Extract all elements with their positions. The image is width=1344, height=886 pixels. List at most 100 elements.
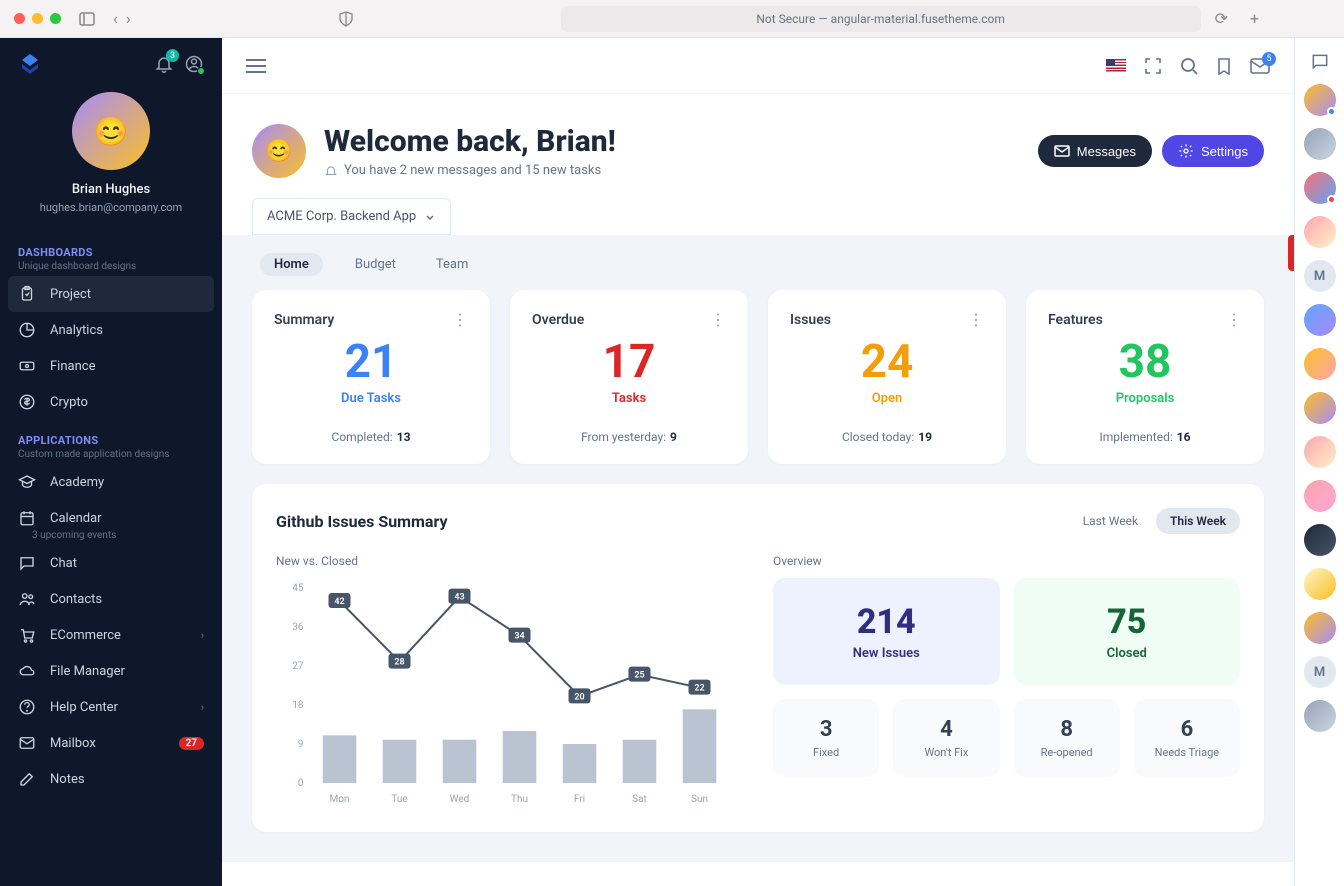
messages-button[interactable]: Messages — [1038, 135, 1152, 167]
contact-avatar[interactable] — [1304, 436, 1336, 468]
week-toggle: Last Week This Week — [1069, 508, 1240, 534]
sidebar-item-calendar[interactable]: Calendar — [0, 500, 222, 536]
sidebar-item-finance[interactable]: Finance — [0, 348, 222, 384]
sidebar-item-academy[interactable]: Academy — [0, 464, 222, 500]
contact-avatar[interactable] — [1304, 348, 1336, 380]
back-icon[interactable]: ‹ — [113, 9, 118, 28]
last-week-btn[interactable]: Last Week — [1069, 508, 1152, 534]
minimize-window[interactable] — [32, 13, 43, 24]
sidebar-toggle-icon[interactable] — [79, 12, 95, 26]
contact-avatar[interactable]: M — [1304, 656, 1336, 688]
sidebar-item-notes[interactable]: Notes — [0, 761, 222, 797]
tab-team[interactable]: Team — [428, 253, 477, 276]
chart-left-title: New vs. Closed — [276, 554, 743, 568]
settings-button[interactable]: Settings — [1162, 135, 1264, 167]
tab-budget[interactable]: Budget — [347, 253, 404, 276]
sidebar-item-project[interactable]: Project — [8, 276, 214, 312]
forward-icon[interactable]: › — [126, 9, 131, 28]
sidebar-item-file-manager[interactable]: File Manager — [0, 653, 222, 689]
nav-label: Academy — [50, 475, 104, 490]
card-number: 38 — [1048, 339, 1242, 385]
contact-avatar[interactable]: M — [1304, 260, 1336, 292]
gear-icon — [1178, 143, 1194, 159]
chat-icon — [18, 554, 36, 572]
contact-avatar[interactable] — [1304, 524, 1336, 556]
card-menu-icon[interactable]: ⋮ — [710, 310, 726, 329]
chevron-right-icon: › — [201, 701, 204, 714]
sidebar-item-contacts[interactable]: Contacts — [0, 581, 222, 617]
issues-chart: 091827364542284334202522MonTueWedThuFriS… — [276, 578, 743, 808]
address-bar[interactable]: Not Secure — angular-material.fusetheme.… — [561, 6, 1201, 32]
sidebar-item-analytics[interactable]: Analytics — [0, 312, 222, 348]
card-label: Due Tasks — [274, 391, 468, 406]
avatar[interactable]: 😊 — [72, 92, 150, 170]
nav-label: Analytics — [50, 323, 103, 338]
nav-section-title: DASHBOARDS — [18, 246, 204, 259]
contact-avatar[interactable] — [1304, 172, 1336, 204]
sidebar-item-mailbox[interactable]: Mailbox27 — [0, 725, 222, 761]
maximize-window[interactable] — [50, 13, 61, 24]
user-status-icon[interactable] — [184, 54, 204, 74]
help-icon — [18, 698, 36, 716]
overview-re-opened: 8Re-opened — [1014, 699, 1120, 777]
card-label: Tasks — [532, 391, 726, 406]
nav-label: Crypto — [50, 395, 88, 410]
pencil-icon — [18, 770, 36, 788]
calendar-icon — [18, 509, 36, 527]
browser-chrome: ‹ › Not Secure — angular-material.fuseth… — [0, 0, 1344, 38]
contact-avatar[interactable] — [1304, 216, 1336, 248]
svg-text:18: 18 — [292, 700, 304, 711]
github-card: Github Issues Summary Last Week This Wee… — [252, 484, 1264, 832]
search-icon[interactable] — [1180, 57, 1198, 75]
this-week-btn[interactable]: This Week — [1156, 508, 1240, 534]
close-window[interactable] — [14, 13, 25, 24]
contact-avatar[interactable] — [1304, 392, 1336, 424]
nav-label: Notes — [50, 772, 85, 787]
contact-avatar[interactable] — [1304, 84, 1336, 116]
chat-panel-icon[interactable] — [1310, 52, 1330, 72]
contact-avatar[interactable] — [1304, 568, 1336, 600]
card-menu-icon[interactable]: ⋮ — [968, 310, 984, 329]
card-menu-icon[interactable]: ⋮ — [1226, 310, 1242, 329]
contact-avatar[interactable] — [1304, 480, 1336, 512]
mail-icon[interactable]: 5 — [1250, 58, 1270, 74]
bookmark-icon[interactable] — [1216, 57, 1232, 75]
project-select[interactable]: ACME Corp. Backend App — [252, 198, 451, 235]
sidebar-item-chat[interactable]: Chat — [0, 545, 222, 581]
envelope-icon — [1054, 145, 1070, 157]
sidebar-item-help-center[interactable]: Help Center› — [0, 689, 222, 725]
new-tab-icon[interactable]: + — [1250, 9, 1259, 28]
card-title: Overdue — [532, 312, 584, 328]
card-footer: From yesterday:9 — [532, 430, 726, 444]
notifications-icon[interactable]: 3 — [154, 54, 174, 74]
contact-avatar[interactable] — [1304, 304, 1336, 336]
sidebar-item-ecommerce[interactable]: ECommerce› — [0, 617, 222, 653]
svg-text:Sun: Sun — [691, 794, 708, 805]
shield-icon[interactable] — [339, 11, 353, 27]
svg-text:9: 9 — [298, 739, 304, 750]
contact-avatar[interactable] — [1304, 128, 1336, 160]
overview-closed: 75 Closed — [1014, 578, 1241, 685]
sidebar: 3 😊 Brian Hughes hughes.brian@company.co… — [0, 38, 222, 886]
fullscreen-icon[interactable] — [1144, 57, 1162, 75]
svg-text:34: 34 — [514, 632, 524, 642]
svg-text:36: 36 — [292, 622, 304, 633]
contact-avatar[interactable] — [1304, 612, 1336, 644]
theme-settings-fab[interactable] — [1288, 235, 1294, 271]
reload-icon[interactable]: ⟳ — [1215, 9, 1228, 28]
users-icon — [18, 590, 36, 608]
overview-new-issues: 214 New Issues — [773, 578, 1000, 685]
language-flag[interactable] — [1106, 59, 1126, 73]
sidebar-item-crypto[interactable]: Crypto — [0, 384, 222, 420]
bell-icon — [324, 164, 338, 178]
nav-label: Project — [50, 287, 91, 302]
app-logo — [18, 52, 42, 76]
contact-avatar[interactable] — [1304, 700, 1336, 732]
svg-text:27: 27 — [292, 661, 304, 672]
stat-cards: Summary⋮ 21 Due Tasks Completed:13Overdu… — [252, 290, 1264, 464]
nav-section-sub: Unique dashboard designs — [18, 261, 204, 272]
card-menu-icon[interactable]: ⋮ — [452, 310, 468, 329]
menu-icon[interactable] — [246, 58, 266, 74]
tab-home[interactable]: Home — [260, 253, 323, 276]
cash-icon — [18, 357, 36, 375]
